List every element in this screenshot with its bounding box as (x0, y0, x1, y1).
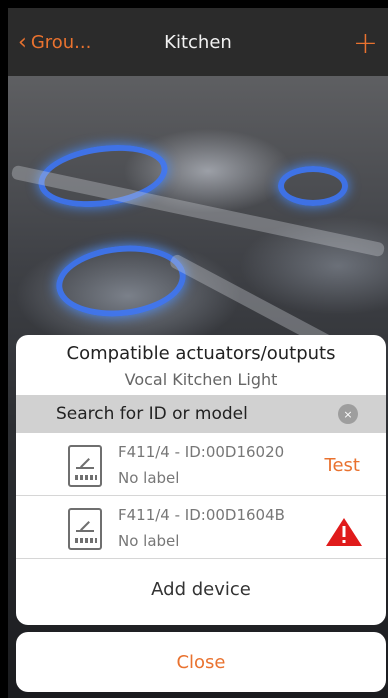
add-device-button[interactable]: Add device (16, 559, 386, 619)
actuator-device-icon (68, 508, 102, 550)
compatible-devices-dialog: Compatible actuators/outputs Vocal Kitch… (16, 335, 386, 625)
device-row[interactable]: F411/4 - ID:00D16020 No label Test (16, 433, 386, 496)
test-button[interactable]: Test (325, 455, 360, 476)
device-info: F411/4 - ID:00D1604B No label (118, 506, 285, 550)
burner-flame (52, 239, 190, 323)
device-info: F411/4 - ID:00D16020 No label (118, 443, 284, 487)
add-button[interactable]: + (353, 26, 378, 61)
status-bar (0, 0, 388, 8)
device-id: F411/4 - ID:00D1604B (118, 506, 285, 524)
device-label: No label (118, 532, 180, 550)
device-id: F411/4 - ID:00D16020 (118, 443, 285, 461)
top-navigation-bar: ‹ Grou... Kitchen + (8, 8, 388, 76)
clear-search-icon[interactable]: × (338, 404, 358, 424)
back-button[interactable]: ‹ Grou... (18, 29, 92, 55)
device-row[interactable]: F411/4 - ID:00D1604B No label (16, 496, 386, 559)
close-button[interactable]: Close (16, 632, 386, 692)
chevron-left-icon: ‹ (18, 29, 27, 55)
back-button-label: Grou... (30, 32, 92, 53)
search-bar[interactable]: Search for ID or model × (16, 395, 386, 433)
page-title: Kitchen (164, 31, 232, 53)
burner-flame (278, 166, 348, 206)
search-input[interactable]: Search for ID or model (56, 404, 248, 424)
dialog-header: Compatible actuators/outputs Vocal Kitch… (16, 335, 386, 395)
device-label: No label (118, 469, 180, 487)
dialog-subtitle: Vocal Kitchen Light (124, 370, 278, 389)
warning-icon[interactable] (324, 516, 364, 548)
actuator-device-icon (68, 445, 102, 487)
dialog-title: Compatible actuators/outputs (66, 343, 336, 364)
